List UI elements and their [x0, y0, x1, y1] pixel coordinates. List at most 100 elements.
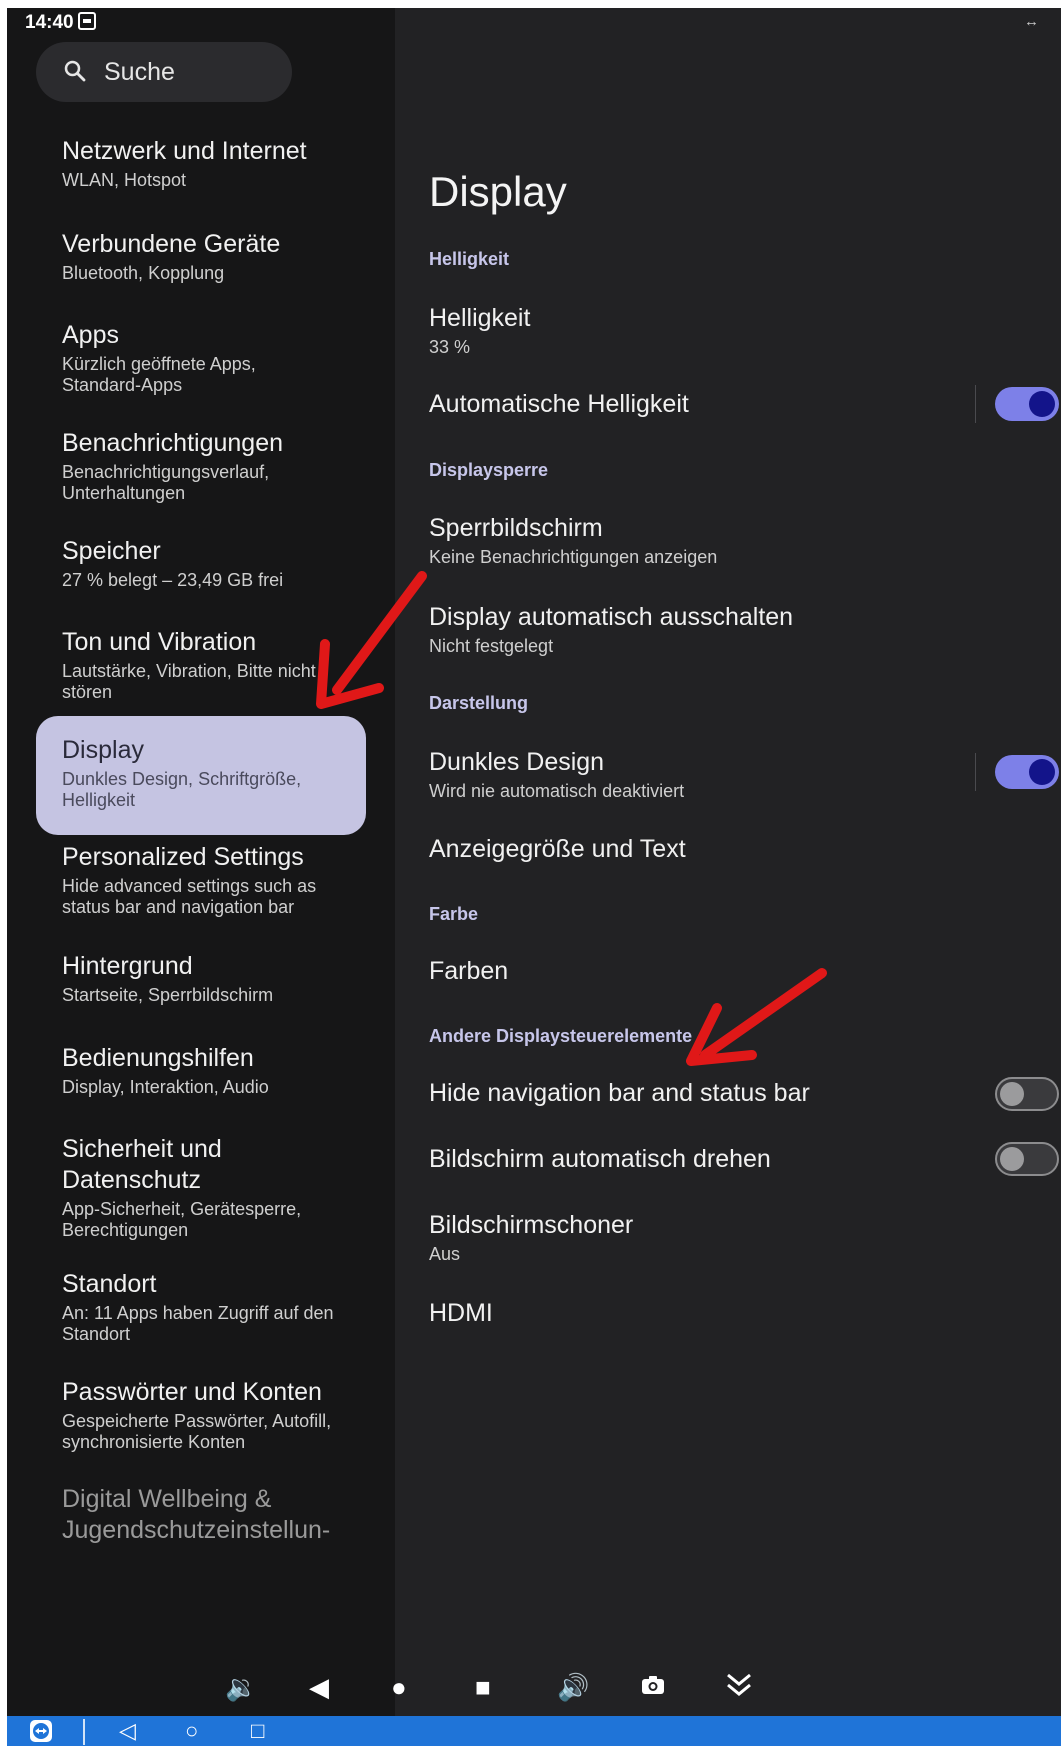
back-icon[interactable]: ◁: [119, 1719, 136, 1743]
camera-icon[interactable]: [641, 1672, 665, 1702]
toggle-knob: [1029, 391, 1055, 417]
sidebar-item-subtitle: Kürzlich geöffnete Apps, Standard-Apps: [62, 354, 256, 395]
sidebar-item-subtitle: Benachrichtigungsverlauf, Unterhaltungen: [62, 462, 270, 503]
sidebar-item-title: Benachrichtigungen: [62, 429, 283, 457]
sidebar-item-title: Verbundene Geräte: [62, 230, 281, 258]
sidebar-item-subtitle: Gespeicherte Passwörter, Autofill, synch…: [62, 1411, 332, 1452]
sidebar-item-security[interactable]: Sicherheit und Datenschutz App-Sicherhei…: [36, 1134, 366, 1241]
remote-control-icon: [78, 12, 96, 30]
row-title: Helligkeit: [429, 304, 531, 332]
teamviewer-icon[interactable]: [29, 1719, 53, 1746]
screen: 14:40 Suche Netzwerk und Internet WLAN, …: [7, 8, 1061, 1746]
sidebar-item-title: Display: [62, 736, 144, 764]
section-header-brightness: Helligkeit: [429, 249, 510, 269]
sidebar-item-title: Standort: [62, 1270, 157, 1298]
sidebar-item-title: Sicherheit und Datenschutz: [62, 1135, 222, 1194]
sidebar-item-apps[interactable]: Apps Kürzlich geöffnete Apps, Standard-A…: [36, 320, 366, 396]
sidebar-item-title: Digital Wellbeing & Jugendschutzeinstell…: [62, 1485, 331, 1544]
search-bar[interactable]: Suche: [36, 42, 292, 102]
search-icon: [64, 60, 86, 82]
sidebar-item-subtitle: Display, Interaktion, Audio: [62, 1077, 269, 1097]
collapse-chevron-icon[interactable]: [725, 1672, 753, 1704]
recents-icon[interactable]: □: [251, 1719, 264, 1743]
back-triangle-icon[interactable]: ◀: [309, 1672, 329, 1702]
search-label: Suche: [104, 58, 175, 86]
taskbar: ◁ ○ □: [7, 1716, 1061, 1746]
toggle-knob: [1000, 1147, 1024, 1171]
row-subtitle: 33 %: [429, 337, 471, 357]
section-header-color: Farbe: [429, 904, 479, 924]
row-title: Hide navigation bar and status bar: [429, 1079, 810, 1107]
volume-down-icon[interactable]: 🔉: [225, 1672, 257, 1702]
resize-icon[interactable]: ↔: [1024, 13, 1039, 30]
auto-rotate-toggle[interactable]: [995, 1142, 1059, 1176]
row-subtitle: Keine Benachrichtigungen anzeigen: [429, 547, 718, 567]
home-circle-icon[interactable]: ●: [391, 1672, 407, 1702]
sidebar-item-subtitle: WLAN, Hotspot: [62, 170, 187, 190]
recents-square-icon[interactable]: ■: [475, 1672, 491, 1702]
divider: [975, 385, 976, 423]
section-header-lock: Displaysperre: [429, 460, 549, 480]
hide-nav-toggle[interactable]: [995, 1077, 1059, 1111]
dark-theme-toggle[interactable]: [995, 755, 1059, 789]
row-title: Bildschirmschoner: [429, 1211, 634, 1239]
sidebar-item-title: Speicher: [62, 537, 161, 565]
sidebar-item-subtitle: Hide advanced settings such as status ba…: [62, 876, 317, 917]
row-title: Bildschirm automatisch drehen: [429, 1145, 771, 1173]
divider: [975, 753, 976, 791]
row-subtitle: Wird nie automatisch deaktiviert: [429, 781, 685, 801]
hdmi-setting[interactable]: HDMI: [429, 1298, 1029, 1329]
sidebar-item-accessibility[interactable]: Bedienungshilfen Display, Interaktion, A…: [36, 1043, 366, 1098]
sidebar-item-title: Hintergrund: [62, 952, 193, 980]
lock-screen-setting[interactable]: Sperrbildschirm Keine Benachrichtigungen…: [429, 513, 1029, 568]
sidebar-item-title: Netzwerk und Internet: [62, 137, 307, 165]
row-title: Display automatisch ausschalten: [429, 603, 794, 631]
brightness-setting[interactable]: Helligkeit 33 %: [429, 303, 1029, 358]
row-title: Dunkles Design: [429, 748, 605, 776]
annotation-arrow-icon: [316, 571, 427, 709]
sidebar-item-passwords[interactable]: Passwörter und Konten Gespeicherte Passw…: [36, 1377, 366, 1453]
sidebar-item-subtitle: Bluetooth, Kopplung: [62, 263, 225, 283]
sidebar-item-display[interactable]: Display Dunkles Design, Schriftgröße, He…: [36, 716, 366, 835]
sidebar-item-network[interactable]: Netzwerk und Internet WLAN, Hotspot: [36, 136, 366, 191]
sidebar-item-connected-devices[interactable]: Verbundene Geräte Bluetooth, Kopplung: [36, 229, 366, 284]
sidebar-item-location[interactable]: Standort An: 11 Apps haben Zugriff auf d…: [36, 1269, 366, 1345]
auto-brightness-setting[interactable]: Automatische Helligkeit: [429, 389, 1029, 420]
sidebar: 14:40 Suche Netzwerk und Internet WLAN, …: [7, 8, 395, 1746]
home-icon[interactable]: ○: [185, 1719, 198, 1743]
section-header-other: Andere Displaysteuerelemente: [429, 1026, 693, 1046]
sidebar-item-digital-wellbeing[interactable]: Digital Wellbeing & Jugendschutzeinstell…: [36, 1484, 366, 1546]
sidebar-item-title: Personalized Settings: [62, 843, 304, 871]
sidebar-item-subtitle: Startseite, Sperrbildschirm: [62, 985, 274, 1005]
sidebar-item-wallpaper[interactable]: Hintergrund Startseite, Sperrbildschirm: [36, 951, 366, 1006]
floating-toolbar: 🔉 ◀ ● ■ 🔊: [7, 1654, 1061, 1724]
sidebar-item-subtitle: App-Sicherheit, Gerätesperre, Berechtigu…: [62, 1199, 302, 1240]
hide-nav-setting[interactable]: Hide navigation bar and status bar: [429, 1078, 1029, 1109]
section-header-appearance: Darstellung: [429, 693, 529, 713]
sidebar-item-title: Apps: [62, 321, 119, 349]
dark-theme-setting[interactable]: Dunkles Design Wird nie automatisch deak…: [429, 747, 1029, 802]
auto-rotate-setting[interactable]: Bildschirm automatisch drehen: [429, 1144, 1029, 1175]
sidebar-item-subtitle: An: 11 Apps haben Zugriff auf den Stando…: [62, 1303, 334, 1344]
sidebar-item-title: Passwörter und Konten: [62, 1378, 322, 1406]
toggle-knob: [1029, 759, 1055, 785]
row-subtitle: Aus: [429, 1244, 461, 1264]
page-title: Display: [429, 168, 567, 215]
screen-timeout-setting[interactable]: Display automatisch ausschalten Nicht fe…: [429, 602, 1029, 657]
taskbar-separator: [83, 1719, 85, 1745]
row-title: Anzeigegröße und Text: [429, 835, 686, 863]
row-title: Automatische Helligkeit: [429, 390, 689, 418]
status-time: 14:40: [25, 12, 74, 33]
sidebar-item-personalized-settings[interactable]: Personalized Settings Hide advanced sett…: [36, 842, 366, 918]
annotation-arrow-icon: [686, 968, 827, 1066]
sidebar-item-title: Bedienungshilfen: [62, 1044, 254, 1072]
row-title: Sperrbildschirm: [429, 514, 603, 542]
auto-brightness-toggle[interactable]: [995, 387, 1059, 421]
display-settings-panel: ↔ Display Helligkeit Helligkeit 33 % Aut…: [395, 8, 1061, 1746]
sidebar-item-notifications[interactable]: Benachrichtigungen Benachrichtigungsverl…: [36, 428, 366, 504]
screensaver-setting[interactable]: Bildschirmschoner Aus: [429, 1210, 1029, 1265]
volume-up-icon[interactable]: 🔊: [557, 1672, 589, 1702]
display-size-setting[interactable]: Anzeigegröße und Text: [429, 834, 1029, 865]
toggle-knob: [1000, 1082, 1024, 1106]
sidebar-item-subtitle: Dunkles Design, Schriftgröße, Helligkeit: [62, 769, 302, 810]
